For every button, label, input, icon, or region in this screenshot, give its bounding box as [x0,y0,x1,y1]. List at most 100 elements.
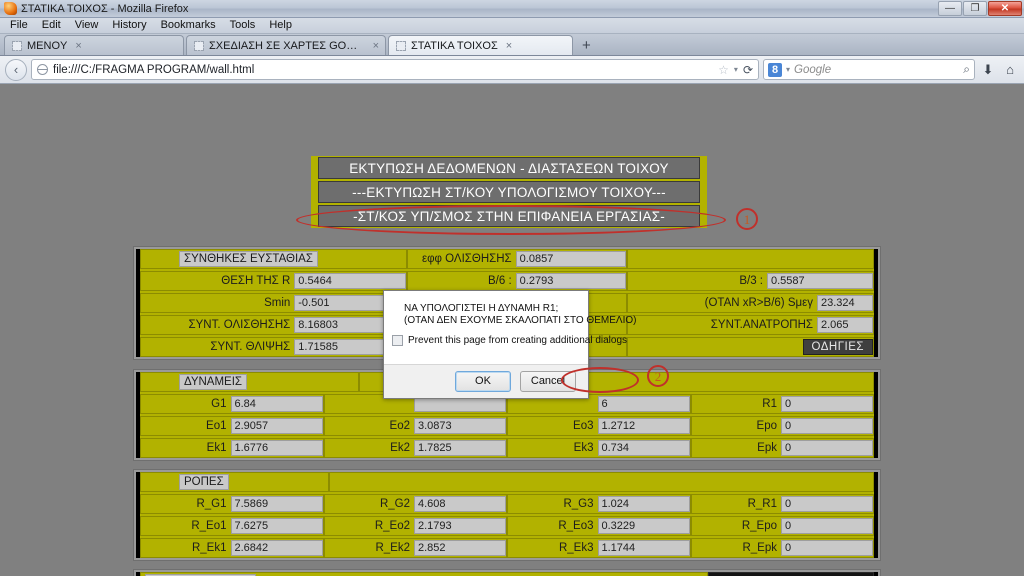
slip-tangent-cell: εφφ ΟΛΙΣΘΗΣΗΣ 0.0857 [407,249,627,269]
dialog-message-line-2: (ΟΤΑΝ ΔΕΝ ΕΧΟΥΜΕ ΣΚΑΛΟΠΑΤΙ ΣΤΟ ΘΕΜΕΛΙΟ) [404,315,637,326]
reload-icon[interactable]: ⟳ [743,63,753,77]
r-ek2-value[interactable]: 2.852 [414,540,506,556]
epo-value[interactable]: 0 [781,418,873,434]
r-eo3-cell: R_Eo3 0.3229 [507,516,691,536]
tab-close-icon[interactable]: × [373,40,379,52]
ek3-value[interactable]: 0.734 [597,440,690,456]
eo2-label: Eo2 [389,420,410,432]
eo1-value[interactable]: 2.9057 [230,418,323,434]
slip-tangent-value[interactable]: 0.0857 [515,251,626,267]
r-position-value[interactable]: 0.5464 [294,273,407,289]
forces-header-cell: ΔΥΝΑΜΕΙΣ [140,372,360,392]
bookmark-star-icon[interactable]: ☆ [718,63,729,77]
eo3-value[interactable]: 1.2712 [597,418,690,434]
prevent-dialogs-label: Prevent this page from creating addition… [408,335,628,346]
menu-file[interactable]: File [3,18,35,33]
cancel-button[interactable]: Cancel [520,371,576,392]
b-over-3-value[interactable]: 0.5587 [767,273,873,289]
r-ek3-value[interactable]: 1.1744 [597,540,690,556]
overturn-coefficient-label: ΣΥΝΤ.ΑΝΑΤΡΟΠΗΣ [710,319,813,331]
chevron-down-icon[interactable]: ▾ [786,65,790,74]
r-g1-label: R_G1 [196,498,227,510]
title-bar: ΣΤΑΤΙΚΑ ΤΟΙΧΟΣ - Mozilla Firefox — ❐ ✕ [0,0,1024,18]
menu-view[interactable]: View [68,18,106,33]
window-controls: — ❐ ✕ [938,1,1022,16]
r-r1-cell: R_R1 0 [690,494,874,514]
annotation-number-2: 2 [647,365,669,387]
tab-google-maps-design[interactable]: ΣΧΕΔΙΑΣΗ ΣΕ ΧΑΡΤΕΣ GOOGLE - KTH... × [186,35,386,55]
prevent-dialogs-row[interactable]: Prevent this page from creating addition… [392,335,627,346]
eo2-value[interactable]: 3.0873 [414,418,506,434]
r-eo2-value[interactable]: 2.1793 [414,518,506,534]
new-tab-button[interactable]: + [575,36,598,55]
r-epk-value[interactable]: 0 [781,540,873,556]
r1-label: R1 [762,398,777,410]
ek3-cell: Ek3 0.734 [507,438,691,458]
maximize-button[interactable]: ❐ [963,1,987,16]
ek2-label: Ek2 [390,442,410,454]
back-arrow-icon[interactable]: ‹ [5,58,27,81]
table-row: R_G1 7.5869 R_G2 4.608 R_G3 1.024 R_R1 0 [140,494,874,514]
static-calculation-worksurface-button[interactable]: -ΣΤ/ΚΟΣ ΥΠ/ΣΜΟΣ ΣΤΗΝ ΕΠΙΦΑΝΕΙΑ ΕΡΓΑΣΙΑΣ- [318,205,700,227]
r-eo2-label: R_Eo2 [374,520,410,532]
page-favicon-icon [396,40,406,51]
black-block [708,572,874,576]
search-input[interactable]: Google [794,64,959,76]
r-g1-value[interactable]: 7.5869 [230,496,323,512]
moments-panel: ΡΟΠΕΣ R_G1 7.5869 R_G2 4.608 R_G3 1.024 … [133,469,881,561]
close-button[interactable]: ✕ [988,1,1022,16]
b-over-3-cell: B/3 : 0.5587 [626,271,874,291]
g1-label: G1 [211,398,227,410]
r-g3-value[interactable]: 1.024 [597,496,690,512]
menu-help[interactable]: Help [262,18,299,33]
menu-bookmarks[interactable]: Bookmarks [154,18,223,33]
ok-button[interactable]: OK [455,371,511,392]
tab-close-icon[interactable]: × [506,40,512,52]
downloads-icon[interactable]: ⬇ [979,62,997,78]
eo1-label: Eo1 [206,420,227,432]
epk-value[interactable]: 0 [781,440,873,456]
search-icon[interactable]: ⌕ [963,62,970,77]
overturn-coefficient-cell: ΣΥΝΤ.ΑΝΑΤΡΟΠΗΣ 2.065 [626,315,874,335]
eo3-label: Eo3 [573,420,594,432]
page-favicon-icon [12,40,22,51]
r-ek1-value[interactable]: 2.6842 [230,540,323,556]
r-g1-cell: R_G1 7.5869 [140,494,324,514]
ek1-value[interactable]: 1.6776 [230,440,323,456]
prevent-dialogs-checkbox[interactable] [392,335,403,346]
print-static-calculation-button[interactable]: ---ΕΚΤΥΠΩΣΗ ΣΤ/ΚΟΥ ΥΠΟΛΟΓΙΣΜΟΥ ΤΟΙΧΟΥ--- [318,181,700,203]
chevron-down-icon[interactable]: ▾ [734,65,738,74]
print-data-dimensions-button[interactable]: ΕΚΤΥΠΩΣΗ ΔΕΔΟΜΕΝΩΝ - ΔΙΑΣΤΑΣΕΩΝ ΤΟΙΧΟΥ [318,157,700,179]
minimize-button[interactable]: — [938,1,962,16]
r-epo-value[interactable]: 0 [781,518,873,534]
menu-edit[interactable]: Edit [35,18,68,33]
menu-tools[interactable]: Tools [223,18,263,33]
b-over-3-label: B/3 : [739,275,763,287]
smax-value[interactable]: 23.324 [817,295,873,311]
g1-value[interactable]: 6.84 [230,396,323,412]
r-r1-label: R_R1 [747,498,777,510]
url-bar[interactable]: file:///C:/FRAGMA PROGRAM/wall.html ☆ ▾ … [31,59,759,80]
b-over-6-value[interactable]: 0.2793 [515,273,626,289]
tab-statika-toixos[interactable]: ΣΤΑΤΙΚΑ ΤΟΙΧΟΣ × [388,35,573,55]
menu-history[interactable]: History [105,18,153,33]
r-eo1-value[interactable]: 7.6275 [230,518,323,534]
search-bar[interactable]: 8 ▾ Google ⌕ [763,59,975,80]
smax-cell: (ΟΤΑΝ xR>B/6) Sμεγ 23.324 [626,293,874,313]
ek1-label: Ek1 [206,442,227,454]
g3-value[interactable]: 6 [597,396,690,412]
r-g2-value[interactable]: 4.608 [414,496,506,512]
guide-button[interactable]: ΟΔΗΓΙΕΣ [802,339,873,355]
r-r1-value[interactable]: 0 [781,496,873,512]
r-eo3-value[interactable]: 0.3229 [597,518,690,534]
google-icon[interactable]: 8 [768,62,782,77]
r1-value[interactable]: 0 [781,396,873,412]
tab-close-icon[interactable]: × [75,40,81,52]
navigation-toolbar: ‹ file:///C:/FRAGMA PROGRAM/wall.html ☆ … [0,56,1024,84]
home-icon[interactable]: ⌂ [1001,62,1019,77]
r-position-label: ΘΕΣΗ ΤΗΣ R [221,275,291,287]
tab-menoy[interactable]: MENOY × [4,35,184,55]
overturn-coefficient-value[interactable]: 2.065 [817,317,873,333]
stability-header-cell: ΣΥΝΘΗΚΕΣ ΕΥΣΤΑΘΙΑΣ [140,249,408,269]
ek2-value[interactable]: 1.7825 [414,440,506,456]
